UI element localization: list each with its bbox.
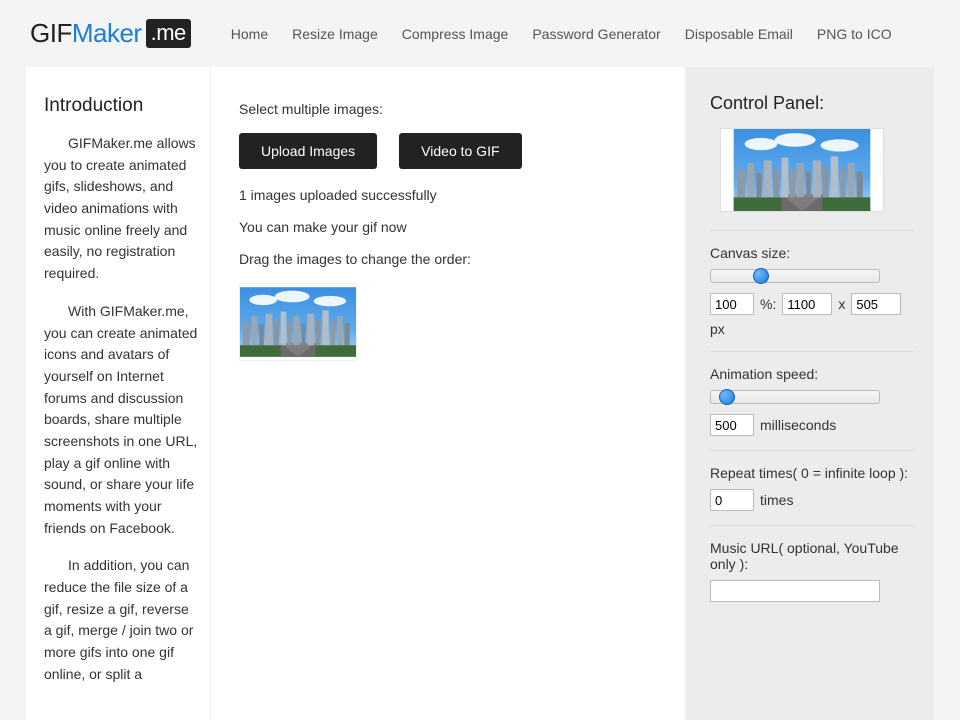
canvas-size-slider-knob[interactable] [753,268,769,284]
brand-part-2: Maker [72,18,142,49]
main-nav: Home Resize Image Compress Image Passwor… [231,26,892,42]
control-panel: Control Panel: Canvas size: %: x px [686,67,934,720]
canvas-width-input[interactable] [782,293,832,315]
animation-speed-inputs: milliseconds [710,414,914,436]
content-container: Introduction GIFMaker.me allows you to c… [26,67,934,720]
uploaded-image-thumbnail[interactable] [239,283,357,361]
main-column: Select multiple images: Upload Images Vi… [211,67,686,720]
canvas-px-label: px [710,321,725,337]
upload-status: 1 images uploaded successfully [239,187,657,203]
preview-image-icon [721,129,883,211]
preview-image [720,128,884,212]
repeat-times-label: Repeat times( 0 = infinite loop ): [710,465,914,481]
canvas-size-slider[interactable] [710,269,880,283]
video-to-gif-button[interactable]: Video to GIF [399,133,521,169]
repeat-times-input[interactable] [710,489,754,511]
nav-compress-image[interactable]: Compress Image [402,26,509,42]
music-url-group: Music URL( optional, YouTube only ): [710,525,914,616]
brand-logo[interactable]: GIFMaker.me [30,18,191,49]
page-root: GIFMaker.me Home Resize Image Compress I… [0,0,960,720]
thumbnail-image-icon [240,284,356,360]
canvas-percent-input[interactable] [710,293,754,315]
nav-png-to-ico[interactable]: PNG to ICO [817,26,892,42]
canvas-height-input[interactable] [851,293,901,315]
canvas-size-group: Canvas size: %: x px [710,230,914,351]
canvas-percent-suffix: %: [760,296,776,312]
repeat-times-suffix: times [760,492,793,508]
introduction-paragraph-1: GIFMaker.me allows you to create animate… [44,133,198,285]
top-bar: GIFMaker.me Home Resize Image Compress I… [26,18,934,67]
introduction-paragraph-2: With GIFMaker.me, you can create animate… [44,301,198,540]
upload-button-row: Upload Images Video to GIF [239,133,657,169]
nav-home[interactable]: Home [231,26,268,42]
canvas-x-label: x [838,296,845,312]
nav-resize-image[interactable]: Resize Image [292,26,378,42]
drag-hint: Drag the images to change the order: [239,251,657,267]
nav-disposable-email[interactable]: Disposable Email [685,26,793,42]
music-url-input[interactable] [710,580,880,602]
repeat-times-inputs: times [710,489,914,511]
animation-speed-suffix: milliseconds [760,417,836,433]
select-images-label: Select multiple images: [239,101,657,117]
animation-speed-slider-knob[interactable] [719,389,735,405]
animation-speed-slider[interactable] [710,390,880,404]
animation-speed-label: Animation speed: [710,366,914,382]
nav-password-generator[interactable]: Password Generator [532,26,660,42]
brand-part-3: .me [146,19,191,48]
introduction-heading: Introduction [44,95,198,117]
control-panel-title: Control Panel: [710,93,914,114]
ready-message: You can make your gif now [239,219,657,235]
upload-images-button[interactable]: Upload Images [239,133,377,169]
animation-speed-group: Animation speed: milliseconds [710,351,914,450]
introduction-paragraph-3: In addition, you can reduce the file siz… [44,555,198,685]
brand-part-1: GIF [30,18,72,49]
music-url-label: Music URL( optional, YouTube only ): [710,540,914,572]
repeat-times-group: Repeat times( 0 = infinite loop ): times [710,450,914,525]
canvas-size-inputs: %: x px [710,293,914,337]
animation-speed-input[interactable] [710,414,754,436]
introduction-column: Introduction GIFMaker.me allows you to c… [26,67,211,720]
canvas-size-label: Canvas size: [710,245,914,261]
